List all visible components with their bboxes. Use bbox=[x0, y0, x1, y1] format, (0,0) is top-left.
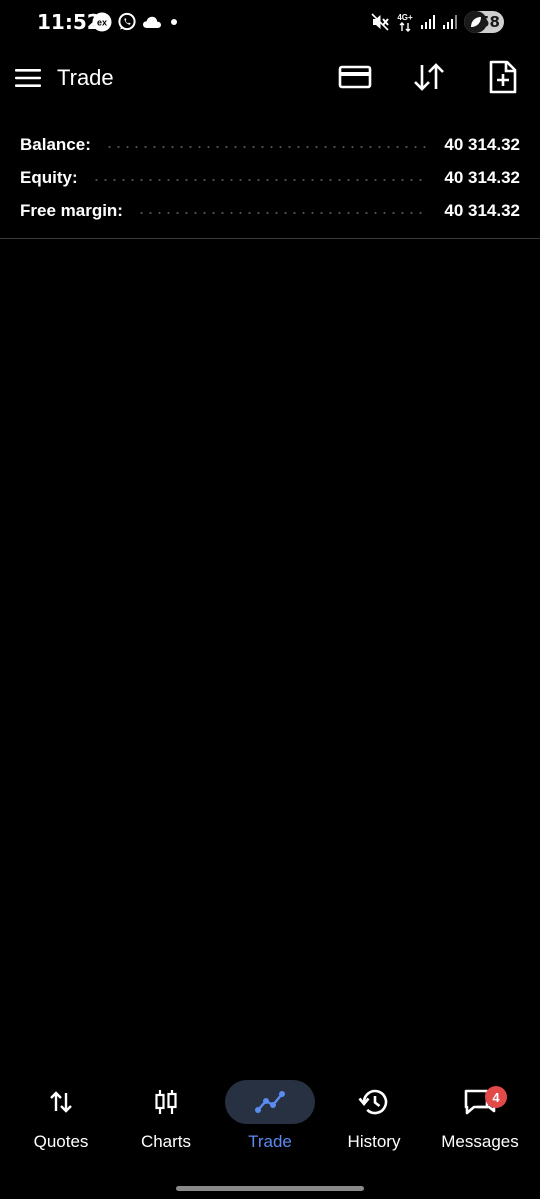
ex-icon: ex bbox=[92, 12, 112, 32]
new-order-button[interactable] bbox=[486, 60, 520, 94]
new-order-icon bbox=[489, 60, 517, 94]
nav-icon-container bbox=[121, 1080, 211, 1124]
bottom-navigation: Quotes Charts Trade History 4 Messages bbox=[0, 1080, 540, 1170]
app-bar-actions bbox=[338, 60, 520, 94]
equity-value: 40 314.32 bbox=[444, 167, 520, 187]
status-system-icons: 4G+ 58 bbox=[370, 11, 504, 33]
nav-icon-container bbox=[16, 1080, 106, 1124]
nav-label-history: History bbox=[347, 1132, 401, 1151]
nav-item-trade[interactable]: Trade bbox=[218, 1080, 322, 1152]
equity-label: Equity: bbox=[20, 167, 78, 187]
free-margin-label: Free margin: bbox=[20, 200, 123, 220]
free-margin-row: Free margin: 40 314.32 bbox=[20, 194, 520, 227]
home-indicator[interactable] bbox=[176, 1186, 364, 1191]
equity-row: Equity: 40 314.32 bbox=[20, 161, 520, 194]
messages-badge: 4 bbox=[485, 1086, 507, 1108]
nav-item-quotes[interactable]: Quotes bbox=[9, 1080, 113, 1152]
app-bar: Trade bbox=[0, 50, 540, 106]
nav-item-messages[interactable]: 4 Messages bbox=[428, 1080, 532, 1152]
network-type-icon: 4G+ bbox=[396, 12, 414, 32]
nav-label-messages: Messages bbox=[441, 1132, 519, 1151]
nav-item-history[interactable]: History bbox=[322, 1080, 426, 1152]
svg-text:ex: ex bbox=[97, 18, 107, 28]
account-summary: Balance: 40 314.32 Equity: 40 314.32 Fre… bbox=[20, 128, 520, 227]
charts-icon bbox=[155, 1090, 177, 1114]
wallet-button[interactable] bbox=[338, 60, 372, 94]
battery-saver-leaf-icon bbox=[471, 17, 481, 27]
nav-label-trade: Trade bbox=[248, 1132, 292, 1151]
balance-label: Balance: bbox=[20, 134, 91, 154]
history-icon bbox=[358, 1089, 388, 1115]
menu-button[interactable] bbox=[14, 64, 42, 92]
sort-icon bbox=[414, 63, 444, 91]
dotted-leader bbox=[91, 178, 429, 181]
nav-icon-container-active bbox=[225, 1080, 315, 1124]
nav-label-quotes: Quotes bbox=[33, 1132, 89, 1151]
sort-button[interactable] bbox=[412, 60, 446, 94]
balance-row: Balance: 40 314.32 bbox=[20, 128, 520, 161]
free-margin-value: 40 314.32 bbox=[444, 200, 520, 220]
dotted-leader bbox=[104, 145, 429, 148]
network-label: 4G+ bbox=[397, 13, 413, 22]
whatsapp-icon bbox=[117, 12, 137, 32]
page-title: Trade bbox=[57, 65, 114, 90]
dotted-leader bbox=[136, 211, 429, 214]
nav-icon-container: 4 bbox=[435, 1080, 525, 1124]
battery-icon: 58 bbox=[464, 11, 504, 33]
wallet-icon bbox=[338, 65, 372, 89]
balance-value: 40 314.32 bbox=[444, 134, 520, 154]
summary-divider bbox=[0, 238, 540, 239]
hamburger-icon bbox=[15, 69, 41, 87]
cloud-icon bbox=[142, 14, 162, 30]
trade-icon bbox=[255, 1091, 285, 1113]
nav-icon-container bbox=[329, 1080, 419, 1124]
signal-icon bbox=[442, 14, 458, 30]
signal-icon bbox=[420, 14, 436, 30]
status-bar: 11:52 ex 4G+ 58 bbox=[0, 0, 540, 46]
status-notification-icons: ex bbox=[92, 12, 181, 32]
dot-icon bbox=[167, 15, 181, 29]
mute-icon bbox=[370, 12, 390, 32]
nav-label-charts: Charts bbox=[140, 1132, 192, 1151]
nav-item-charts[interactable]: Charts bbox=[114, 1080, 218, 1152]
quotes-icon bbox=[50, 1091, 72, 1113]
